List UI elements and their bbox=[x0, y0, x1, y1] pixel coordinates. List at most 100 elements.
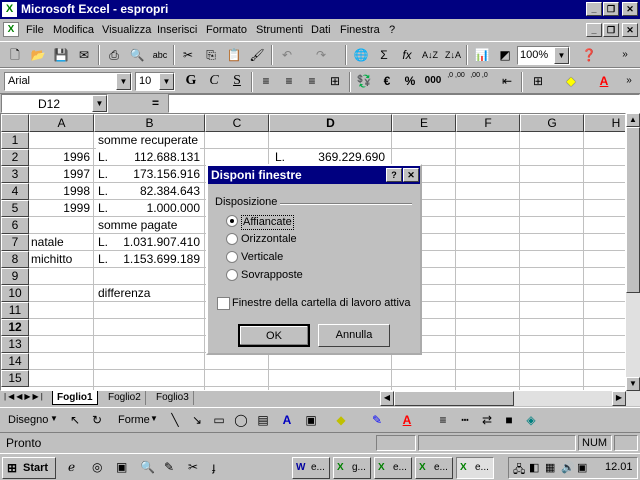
bold-button[interactable]: G bbox=[180, 70, 202, 92]
font-select[interactable]: Arial ▼ bbox=[4, 72, 132, 91]
sheet-tab-foglio1[interactable]: Foglio1 bbox=[52, 391, 98, 405]
row-header[interactable]: 6 bbox=[1, 217, 29, 234]
menu-help[interactable]: ? bbox=[389, 23, 395, 37]
menu-inserisci[interactable]: Inserisci bbox=[157, 23, 197, 37]
arrow-icon[interactable]: ↘ bbox=[186, 409, 208, 431]
radio-label-affiancate[interactable]: Affiancate bbox=[241, 215, 294, 230]
row-header[interactable]: 5 bbox=[1, 200, 29, 217]
cell-a2[interactable]: 1996 bbox=[29, 149, 92, 166]
borders-icon[interactable]: ⊞ bbox=[527, 70, 549, 92]
dash-style-icon[interactable]: ┅ bbox=[454, 409, 476, 431]
thousands-button[interactable]: 000 bbox=[422, 70, 444, 92]
scroll-up-icon[interactable]: ▲ bbox=[626, 113, 640, 127]
function-icon[interactable]: fx bbox=[396, 44, 418, 66]
vertical-scrollbar[interactable]: ▲ ▼ bbox=[626, 113, 640, 391]
doc-restore-icon[interactable]: ❐ bbox=[603, 23, 619, 37]
sheet-tab-foglio3[interactable]: Foglio3 bbox=[152, 391, 194, 405]
column-header-h[interactable]: H bbox=[584, 114, 625, 132]
cancel-button[interactable]: Annulla bbox=[318, 324, 390, 347]
select-pointer-icon[interactable]: ↖ bbox=[64, 409, 86, 431]
outlook-icon[interactable]: ◎ bbox=[92, 460, 102, 474]
excel-app-icon[interactable]: X bbox=[2, 2, 17, 17]
chevron-down-icon[interactable]: ▼ bbox=[150, 414, 158, 423]
cell-a7[interactable]: natale bbox=[29, 234, 66, 251]
app-icon[interactable]: ɟ bbox=[212, 460, 215, 474]
desktop-icon[interactable]: ▣ bbox=[116, 460, 127, 474]
row-header[interactable]: 1 bbox=[1, 132, 29, 149]
radio-verticale[interactable] bbox=[226, 251, 238, 263]
network-icon[interactable]: 🖧 bbox=[513, 461, 525, 480]
tray-app-icon[interactable]: ◧ bbox=[529, 461, 539, 474]
notepad-icon[interactable]: ✎ bbox=[164, 460, 174, 474]
cell-b10[interactable]: differenza bbox=[96, 285, 152, 302]
paste-icon[interactable]: 📋 bbox=[223, 44, 245, 66]
dialog-help-button[interactable]: ? bbox=[386, 168, 402, 182]
dialog-close-icon[interactable]: ✕ bbox=[403, 168, 419, 182]
name-box[interactable]: D12 ▼ bbox=[1, 94, 108, 113]
wordart-icon[interactable]: A bbox=[276, 409, 298, 431]
paint-icon[interactable]: ✂ bbox=[188, 460, 198, 474]
row-header[interactable]: 15 bbox=[1, 370, 29, 387]
fill-color-icon[interactable]: ◆ bbox=[560, 70, 582, 92]
format-painter-icon[interactable]: 🖌 bbox=[246, 44, 268, 66]
3d-icon[interactable]: ◈ bbox=[520, 409, 542, 431]
cut-icon[interactable]: ✂ bbox=[177, 44, 199, 66]
radio-label-sovrapposte[interactable]: Sovrapposte bbox=[241, 269, 303, 282]
menu-finestra[interactable]: Finestra bbox=[340, 23, 380, 37]
chevron-down-icon[interactable]: ▼ bbox=[50, 414, 58, 423]
increase-decimal-button[interactable]: ,0 ,00 bbox=[445, 70, 467, 92]
hyperlink-icon[interactable]: 🌐 bbox=[350, 44, 372, 66]
arrow-style-icon[interactable]: ⇄ bbox=[476, 409, 498, 431]
column-header-f[interactable]: F bbox=[456, 114, 520, 132]
radio-affiancate[interactable] bbox=[226, 215, 238, 227]
row-header[interactable]: 12 bbox=[1, 319, 29, 336]
line-style-icon[interactable]: ≡ bbox=[432, 409, 454, 431]
open-folder-icon[interactable]: 📂 bbox=[27, 44, 49, 66]
close-icon[interactable]: ✕ bbox=[622, 2, 638, 16]
cell-a4[interactable]: 1998 bbox=[29, 183, 92, 200]
indent-icon[interactable]: ⇤ bbox=[496, 70, 518, 92]
textbox-icon[interactable]: ▤ bbox=[252, 409, 274, 431]
restore-icon[interactable]: ❐ bbox=[603, 2, 619, 16]
doc-close-icon[interactable]: ✕ bbox=[622, 23, 638, 37]
column-header-e[interactable]: E bbox=[392, 114, 456, 132]
cell-b4[interactable]: 82.384.643 bbox=[111, 183, 202, 200]
zoom-select[interactable]: 100% ▼ bbox=[517, 46, 570, 65]
print-preview-icon[interactable]: 🔍 bbox=[126, 44, 148, 66]
merge-center-icon[interactable]: ⊞ bbox=[324, 70, 346, 92]
drawing-menu[interactable]: Disegno bbox=[8, 414, 48, 426]
euro-button[interactable]: € bbox=[376, 70, 398, 92]
explorer-icon[interactable]: 🔍 bbox=[140, 460, 155, 474]
save-icon[interactable]: 💾 bbox=[50, 44, 72, 66]
spellcheck-icon[interactable]: abc bbox=[149, 44, 171, 66]
email-icon[interactable]: ✉ bbox=[73, 44, 95, 66]
shapes-menu[interactable]: Forme bbox=[118, 414, 150, 426]
column-header-c[interactable]: C bbox=[205, 114, 269, 132]
start-button[interactable]: ⊞ Start bbox=[2, 457, 56, 479]
row-header[interactable]: 7 bbox=[1, 234, 29, 251]
line-icon[interactable]: ╲ bbox=[164, 409, 186, 431]
menu-visualizza[interactable]: Visualizza bbox=[102, 23, 151, 37]
menu-formato[interactable]: Formato bbox=[206, 23, 247, 37]
align-center-icon[interactable]: ≡ bbox=[278, 70, 300, 92]
radio-label-verticale[interactable]: Verticale bbox=[241, 251, 283, 264]
row-header[interactable]: 8 bbox=[1, 251, 29, 268]
more-buttons-icon[interactable]: » bbox=[614, 44, 636, 66]
task-excel-1[interactable]: Xg... bbox=[333, 457, 371, 479]
doc-minimize-icon[interactable]: _ bbox=[586, 23, 602, 37]
tray-app-icon[interactable]: ▦ bbox=[545, 461, 555, 474]
cell-a8[interactable]: michitto bbox=[29, 251, 74, 268]
workbook-icon[interactable]: X bbox=[3, 22, 19, 37]
task-excel-3[interactable]: Xe... bbox=[415, 457, 453, 479]
more-buttons-icon[interactable]: » bbox=[618, 70, 640, 92]
ie-icon[interactable]: ℯ bbox=[68, 460, 75, 474]
cell-b7[interactable]: 1.031.907.410 bbox=[111, 234, 202, 251]
cell-b3[interactable]: 173.156.916 bbox=[111, 166, 202, 183]
menu-strumenti[interactable]: Strumenti bbox=[256, 23, 303, 37]
task-excel-active[interactable]: Xe... bbox=[456, 457, 494, 479]
font-color-icon[interactable]: A bbox=[593, 70, 615, 92]
chevron-down-icon[interactable]: ▼ bbox=[92, 95, 107, 112]
sort-desc-icon[interactable]: Z↓A bbox=[442, 44, 464, 66]
tray-app-icon[interactable]: ▣ bbox=[577, 461, 587, 474]
row-header[interactable]: 3 bbox=[1, 166, 29, 183]
